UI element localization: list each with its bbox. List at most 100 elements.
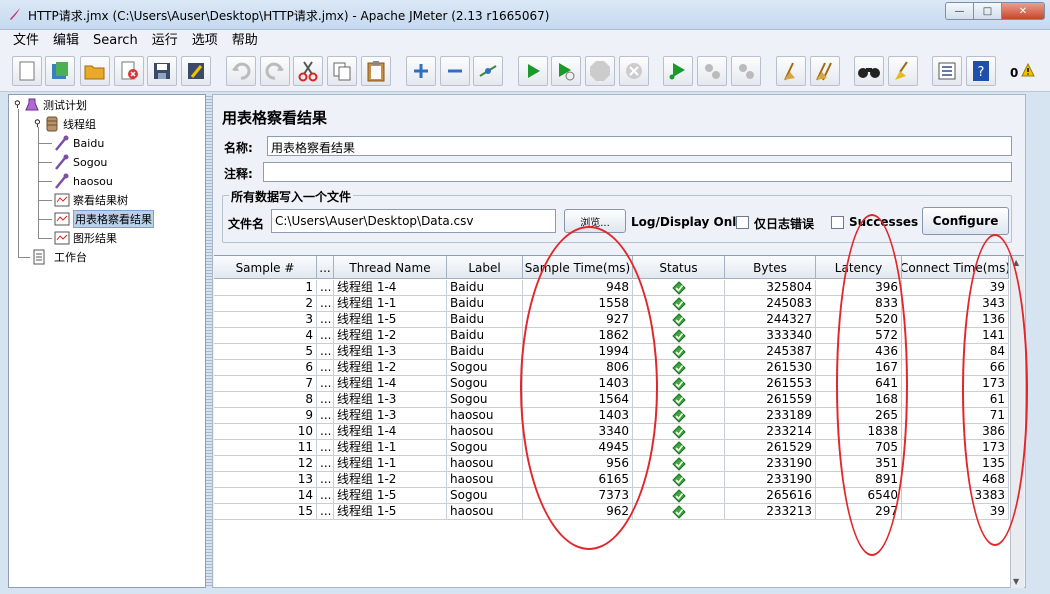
cell-status <box>633 296 725 311</box>
cell-connect-time: 84 <box>902 344 1009 359</box>
maximize-button[interactable]: □ <box>973 2 1001 20</box>
table-row[interactable]: 5... 线程组 1-3 Baidu 1994 245387 436 84 <box>214 344 1009 360</box>
reset-search-button[interactable] <box>888 56 918 86</box>
table-row[interactable]: 15... 线程组 1-5 haosou 962 233213 297 39 <box>214 504 1009 520</box>
close-file-button[interactable] <box>114 56 144 86</box>
remote-stop-button[interactable] <box>697 56 727 86</box>
column-header-sample[interactable]: Sample # <box>214 256 317 279</box>
table-row[interactable]: 7... 线程组 1-4 Sogou 1403 261553 641 173 <box>214 376 1009 392</box>
cell-label: Baidu <box>447 296 523 311</box>
cell-start-time: ... <box>317 328 334 343</box>
filename-field[interactable]: C:\Users\Auser\Desktop\Data.csv <box>271 209 556 233</box>
errors-checkbox[interactable] <box>736 216 749 229</box>
tree-item-graph-results[interactable]: 图形结果 <box>54 229 117 247</box>
column-header-label[interactable]: Label <box>447 256 523 279</box>
redo-button[interactable] <box>260 56 290 86</box>
save-button[interactable] <box>147 56 177 86</box>
tree-item-thread-group[interactable]: ⚲ 线程组 <box>34 115 96 133</box>
expand-button[interactable] <box>406 56 436 86</box>
stop-button[interactable] <box>585 56 615 86</box>
tree-item-view-results-table[interactable]: 用表格察看结果 <box>54 210 154 228</box>
clear-button[interactable] <box>776 56 806 86</box>
table-row[interactable]: 10... 线程组 1-4 haosou 3340 233214 1838 386 <box>214 424 1009 440</box>
cell-status <box>633 488 725 503</box>
minimize-button[interactable]: — <box>945 2 973 20</box>
column-header-thread[interactable]: Thread Name <box>334 256 447 279</box>
cell-sample-time: 7373 <box>523 488 633 503</box>
successes-checkbox[interactable] <box>831 216 844 229</box>
browse-button[interactable]: 浏览... <box>564 209 626 233</box>
collapse-button[interactable] <box>440 56 470 86</box>
tree-item-baidu[interactable]: Baidu <box>54 134 104 152</box>
remote-shutdown-button[interactable] <box>731 56 761 86</box>
paste-button[interactable] <box>361 56 391 86</box>
column-header-connect-time[interactable]: Connect Time(ms) <box>902 256 1009 279</box>
menu-edit[interactable]: 编辑 <box>46 30 86 52</box>
save-as-button[interactable] <box>181 56 211 86</box>
comment-field[interactable] <box>263 162 1012 182</box>
cell-label: Baidu <box>447 344 523 359</box>
tree-toggle-icon[interactable]: ⚲ <box>14 100 24 110</box>
configure-button[interactable]: Configure <box>922 207 1009 235</box>
shutdown-button[interactable] <box>619 56 649 86</box>
tree-item-test-plan[interactable]: ⚲ 测试计划 <box>14 96 87 114</box>
menu-file[interactable]: 文件 <box>6 30 46 52</box>
cell-sample-time: 4945 <box>523 440 633 455</box>
column-header-bytes[interactable]: Bytes <box>725 256 816 279</box>
table-row[interactable]: 14... 线程组 1-5 Sogou 7373 265616 6540 3383 <box>214 488 1009 504</box>
undo-button[interactable] <box>226 56 256 86</box>
new-button[interactable] <box>12 56 42 86</box>
table-row[interactable]: 4... 线程组 1-2 Baidu 1862 333340 572 141 <box>214 328 1009 344</box>
column-header-latency[interactable]: Latency <box>816 256 902 279</box>
tree-item-workbench[interactable]: 工作台 <box>31 248 87 266</box>
menu-search[interactable]: Search <box>86 30 145 52</box>
templates-button[interactable] <box>45 56 75 86</box>
status-success-icon <box>671 328 686 343</box>
name-field[interactable]: 用表格察看结果 <box>267 136 1012 156</box>
warning-icon[interactable] <box>1021 63 1035 77</box>
table-row[interactable]: 8... 线程组 1-3 Sogou 1564 261559 168 61 <box>214 392 1009 408</box>
open-button[interactable] <box>80 56 110 86</box>
clear-all-button[interactable] <box>810 56 840 86</box>
table-row[interactable]: 12... 线程组 1-1 haosou 956 233190 351 135 <box>214 456 1009 472</box>
column-header-sample-time[interactable]: Sample Time(ms) <box>523 256 633 279</box>
help-button[interactable]: ? <box>966 56 996 86</box>
close-button[interactable]: ✕ <box>1001 2 1045 20</box>
cell-bytes: 233190 <box>725 472 816 487</box>
cell-thread-name: 线程组 1-1 <box>334 440 447 455</box>
column-header-status[interactable]: Status <box>633 256 725 279</box>
cell-sample-number: 3 <box>214 312 317 327</box>
table-row[interactable]: 2... 线程组 1-1 Baidu 1558 245083 833 343 <box>214 296 1009 312</box>
menu-run[interactable]: 运行 <box>145 30 185 52</box>
tree-item-view-results-tree[interactable]: 察看结果树 <box>54 191 128 209</box>
start-no-timers-button[interactable] <box>551 56 581 86</box>
menu-options[interactable]: 选项 <box>185 30 225 52</box>
copy-button[interactable] <box>327 56 357 86</box>
table-row[interactable]: 11... 线程组 1-1 Sogou 4945 261529 705 173 <box>214 440 1009 456</box>
table-row[interactable]: 13... 线程组 1-2 haosou 6165 233190 891 468 <box>214 472 1009 488</box>
table-row[interactable]: 3... 线程组 1-5 Baidu 927 244327 520 136 <box>214 312 1009 328</box>
search-button[interactable] <box>854 56 884 86</box>
open-icon <box>84 65 105 80</box>
toggle-button[interactable] <box>473 56 503 86</box>
cell-latency: 705 <box>816 440 902 455</box>
table-row[interactable]: 9... 线程组 1-3 haosou 1403 233189 265 71 <box>214 408 1009 424</box>
table-row[interactable]: 1... 线程组 1-4 Baidu 948 325804 396 39 <box>214 280 1009 296</box>
column-header-start[interactable]: ... <box>317 256 334 279</box>
tree-item-sogou[interactable]: Sogou <box>54 153 107 171</box>
function-helper-button[interactable] <box>932 56 962 86</box>
remote-start-button[interactable] <box>663 56 693 86</box>
table-row[interactable]: 6... 线程组 1-2 Sogou 806 261530 167 66 <box>214 360 1009 376</box>
cut-button[interactable] <box>293 56 323 86</box>
table-scrollbar[interactable]: ▲ ▼ <box>1010 256 1024 588</box>
menu-help[interactable]: 帮助 <box>225 30 265 52</box>
start-button[interactable] <box>518 56 548 86</box>
cell-bytes: 245387 <box>725 344 816 359</box>
scroll-down-icon[interactable]: ▼ <box>1013 577 1019 586</box>
cell-status <box>633 456 725 471</box>
tree-toggle-icon[interactable]: ⚲ <box>34 119 44 129</box>
tree-item-haosou[interactable]: haosou <box>54 172 113 190</box>
error-count: 0 <box>1010 66 1019 80</box>
scroll-up-icon[interactable]: ▲ <box>1013 258 1019 267</box>
jmeter-feather-icon <box>10 8 20 20</box>
